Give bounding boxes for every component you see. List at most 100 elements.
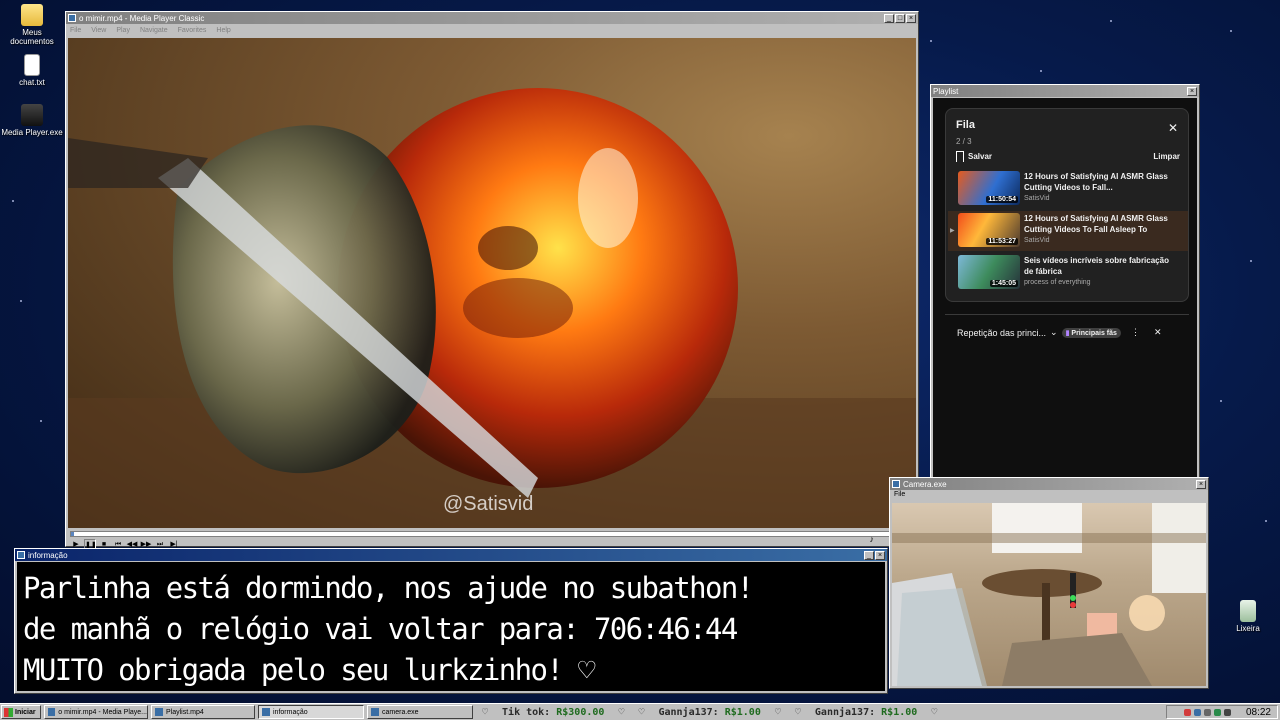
playlist-app-icon [155, 708, 163, 716]
queue-item[interactable]: 11:50:54 12 Hours of Satisfying AI ASMR … [948, 169, 1188, 209]
desktop-icon-my-documents[interactable]: Meus documentos [0, 4, 64, 46]
info-titlebar[interactable]: informação _ × [15, 549, 887, 561]
menu-file[interactable]: File [70, 27, 81, 34]
menu-view[interactable]: View [91, 27, 106, 34]
window-title: o mimir.mp4 - Media Player Classic [79, 13, 205, 23]
top-fans-icon: ▮ [1065, 329, 1070, 337]
close-button[interactable]: × [1196, 479, 1206, 489]
video-title: 12 Hours of Satisfying AI ASMR Glass Cut… [1024, 172, 1168, 192]
task-info[interactable]: informação [258, 705, 364, 719]
bookmark-icon [956, 151, 964, 162]
desktop-icon-media-player[interactable]: Media Player.exe [0, 104, 64, 137]
save-button[interactable]: Salvar [956, 151, 992, 162]
donation-entry: Gannja137: R$1.00 [814, 707, 918, 718]
clock[interactable]: 08:22 [1246, 707, 1271, 718]
donation-entry: Gannja137: R$1.00 [658, 707, 761, 718]
taskbar: Iniciar o mimir.mp4 - Media Playe... Pla… [0, 703, 1280, 720]
camera-app-icon [892, 480, 900, 488]
media-player-app-icon [48, 708, 56, 716]
queue-heading: Fila [956, 119, 975, 131]
close-button[interactable]: × [875, 550, 885, 560]
minimize-button[interactable]: _ [884, 13, 894, 23]
playlist-titlebar[interactable]: Playlist × [931, 85, 1199, 97]
task-camera[interactable]: camera.exe [367, 705, 473, 719]
camera-app-icon [371, 708, 379, 716]
text-file-icon [24, 54, 40, 76]
info-app-icon [17, 551, 25, 559]
task-label: o mimir.mp4 - Media Playe... [58, 708, 147, 716]
menu-favorites[interactable]: Favorites [178, 27, 207, 34]
maximize-button[interactable]: □ [895, 13, 905, 23]
info-app-icon [262, 708, 270, 716]
donation-entry: Tik tok: R$300.00 [502, 707, 605, 718]
queue-card: Fila 2 / 3 ✕ Salvar Limpar 11:50:54 12 H… [945, 108, 1189, 302]
playlist-window[interactable]: Playlist × Fila 2 / 3 ✕ Salvar Limpar 11… [930, 84, 1200, 484]
media-player-titlebar[interactable]: o mimir.mp4 - Media Player Classic _ □ × [66, 12, 918, 24]
camera-feed [892, 503, 1206, 686]
desktop-icon-chat-txt[interactable]: chat.txt [0, 54, 64, 87]
volume-icon[interactable] [1203, 708, 1211, 716]
menu-navigate[interactable]: Navigate [140, 27, 168, 34]
heart-icon: ♡ [482, 707, 489, 718]
now-playing-icon: ▶ [950, 228, 955, 234]
chevron-down-icon[interactable]: ⌄ [1050, 327, 1058, 338]
start-label: Iniciar [15, 708, 36, 716]
video-display[interactable]: @Satisvid [68, 38, 916, 528]
task-media-player[interactable]: o mimir.mp4 - Media Playe... [44, 705, 148, 719]
info-window[interactable]: informação _ × Parlinha está dormindo, n… [14, 548, 888, 694]
donation-ticker: ♡ Tik tok: R$300.00 ♡ ♡ Gannja137: R$1.0… [482, 705, 1162, 720]
video-thumbnail: 11:53:27 [958, 213, 1020, 247]
close-icon[interactable]: ✕ [1154, 327, 1162, 338]
more-options-icon[interactable]: ⋮ [1131, 327, 1140, 338]
video-title: Seis vídeos incríveis sobre fabricação d… [1024, 256, 1169, 276]
task-playlist[interactable]: Playlist.mp4 [151, 705, 255, 719]
camera-menu-file[interactable]: File [890, 490, 1208, 500]
queue-item-current[interactable]: ▶ 11:53:27 12 Hours of Satisfying AI ASM… [948, 211, 1188, 251]
youtube-queue-panel: Fila 2 / 3 ✕ Salvar Limpar 11:50:54 12 H… [933, 98, 1197, 481]
record-icon[interactable] [1183, 708, 1191, 716]
menu-play[interactable]: Play [116, 27, 130, 34]
window-title: Playlist [933, 86, 959, 96]
desktop-icon-recycle-bin[interactable]: Lixeira [1216, 600, 1280, 633]
info-line-1: Parlinha está dormindo, nos ajude no sub… [23, 571, 754, 605]
display-icon[interactable] [1223, 708, 1231, 716]
start-button[interactable]: Iniciar [1, 705, 41, 719]
network-icon[interactable] [1193, 708, 1201, 716]
close-icon[interactable]: ✕ [1168, 121, 1178, 135]
media-player-window[interactable]: o mimir.mp4 - Media Player Classic _ □ ×… [65, 11, 919, 551]
minimize-button[interactable]: _ [864, 550, 874, 560]
queue-item[interactable]: 1:45:05 Seis vídeos incríveis sobre fabr… [948, 253, 1188, 293]
mix-bar: Repetição das princi... ⌄ ▮ Principais f… [945, 314, 1189, 350]
clear-button[interactable]: Limpar [1153, 152, 1180, 161]
heart-icon: ♡ [794, 707, 801, 718]
top-fans-badge[interactable]: ▮ Principais fãs [1061, 327, 1121, 338]
camera-frame-room [892, 503, 1206, 686]
close-button[interactable]: × [906, 13, 916, 23]
task-label: camera.exe [382, 708, 419, 716]
task-label: informação [273, 708, 308, 716]
clapperboard-icon [21, 104, 43, 126]
camera-titlebar[interactable]: Camera.exe × [890, 478, 1208, 490]
media-player-app-icon [68, 14, 76, 22]
video-thumbnail: 11:50:54 [958, 171, 1020, 205]
queue-count: 2 / 3 [956, 137, 972, 146]
video-frame-glass-marble [68, 88, 916, 528]
info-line-3: MUITO obrigada pelo seu lurkzinho! ♡ [23, 653, 596, 687]
window-title: Camera.exe [903, 479, 947, 489]
menu-help[interactable]: Help [216, 27, 230, 34]
volume-icon[interactable]: ♪ [870, 534, 875, 544]
task-label: Playlist.mp4 [166, 708, 204, 716]
video-watermark: @Satisvid [443, 493, 534, 515]
security-icon[interactable] [1213, 708, 1221, 716]
video-title: 12 Hours of Satisfying AI ASMR Glass Cut… [1024, 214, 1168, 234]
mix-label[interactable]: Repetição das princi... [957, 328, 1046, 338]
folder-icon [21, 4, 43, 26]
camera-window[interactable]: Camera.exe × File [889, 477, 1209, 689]
seek-bar[interactable] [70, 531, 914, 537]
close-button[interactable]: × [1187, 86, 1197, 96]
seek-bar-fill [71, 532, 74, 536]
channel-name: process of everything [1024, 279, 1091, 286]
heart-icon: ♡ [931, 707, 938, 718]
channel-name: SatisVid [1024, 195, 1050, 202]
save-label: Salvar [968, 152, 993, 161]
